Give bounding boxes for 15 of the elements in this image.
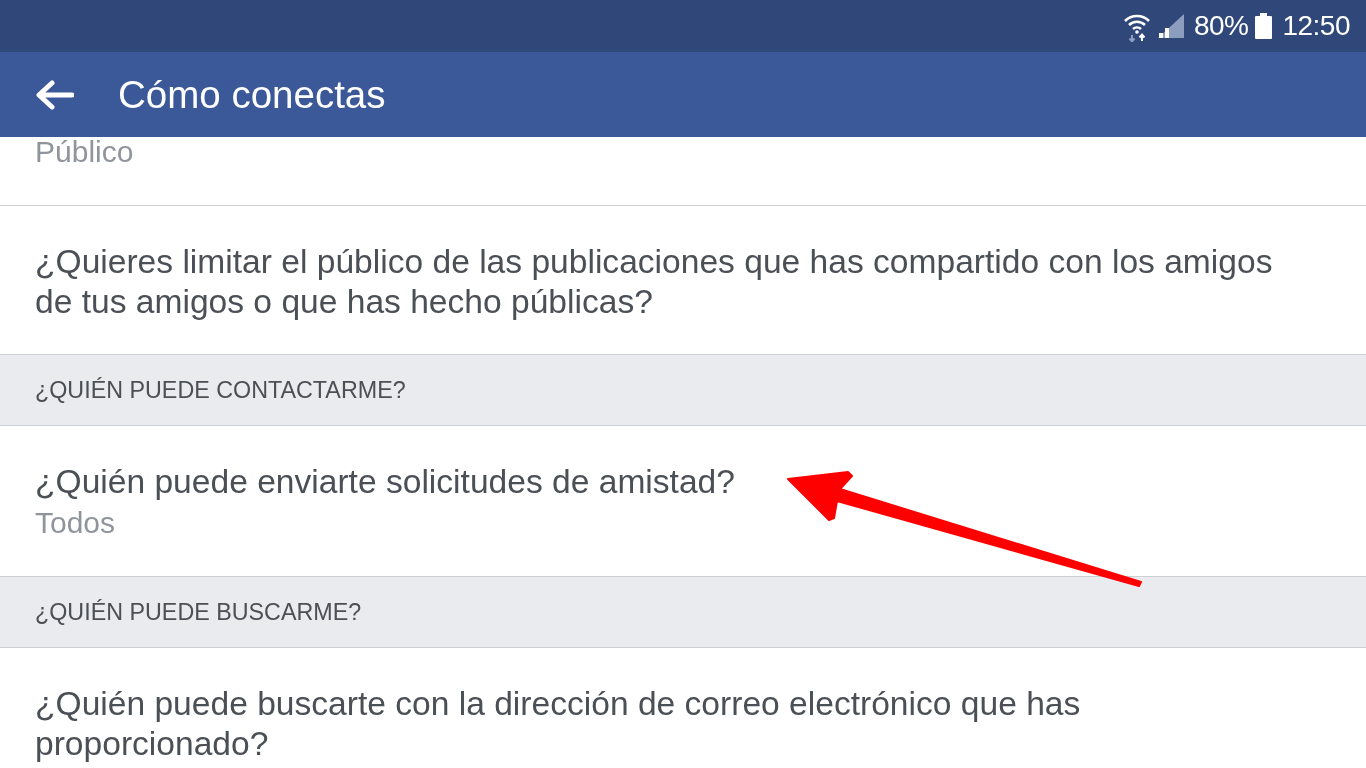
section-header: ¿QUIÉN PUEDE CONTACTARME? bbox=[0, 355, 1366, 426]
wifi-icon bbox=[1123, 12, 1150, 42]
battery-icon bbox=[1255, 13, 1273, 39]
setting-question: ¿Quién puede buscarte con la dirección de correo electrónico que has proporcionado? bbox=[35, 684, 1082, 764]
back-arrow-icon bbox=[36, 79, 74, 110]
setting-item[interactable]: ¿Quién puede buscarte con la dirección de correo electrónico que has proporcionado? bbox=[0, 648, 1366, 768]
setting-value: Público bbox=[35, 137, 134, 167]
battery-percent: 80% bbox=[1193, 9, 1249, 43]
signal-icon bbox=[1157, 14, 1184, 38]
setting-value: Todos bbox=[35, 505, 116, 541]
section-header: ¿QUIÉN PUEDE BUSCARME? bbox=[0, 577, 1366, 648]
clock-time: 12:50 bbox=[1282, 9, 1350, 43]
screen-title: Cómo conectas bbox=[118, 71, 386, 118]
setting-question: ¿Quién puede enviarte solicitudes de amistad? bbox=[35, 462, 735, 502]
setting-question: ¿Quieres limitar el público de las publicaciones que has compartido con los amigos de tus amigos o que has hecho públicas? bbox=[35, 242, 1274, 322]
